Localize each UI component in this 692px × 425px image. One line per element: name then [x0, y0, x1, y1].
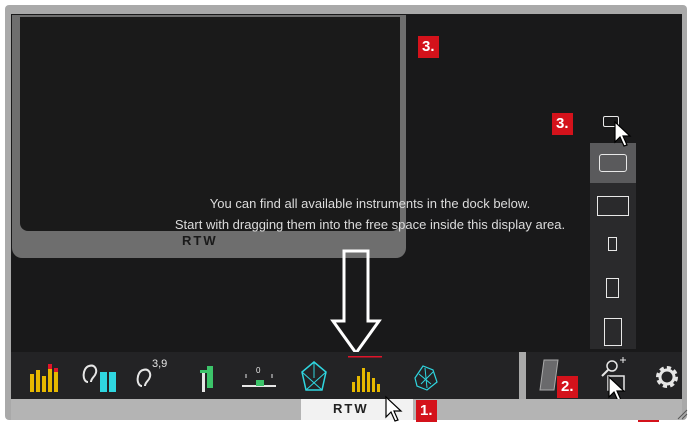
rta-spectrum-icon[interactable] — [346, 356, 386, 403]
size-wide-large-option[interactable] — [597, 196, 629, 216]
badge-2: 2. — [557, 376, 578, 398]
size-tall-large-option[interactable] — [604, 318, 622, 346]
ghost-logo: RTW — [182, 233, 218, 248]
info-text: You can find all available instruments i… — [120, 193, 620, 235]
info-line-1: You can find all available instruments i… — [209, 196, 531, 211]
mouse-pointer-icon — [614, 120, 632, 147]
resize-grip-icon[interactable] — [676, 408, 688, 420]
drag-down-arrow-icon — [330, 249, 382, 356]
badge-3-side: 3. — [552, 113, 573, 135]
size-wide-option[interactable] — [599, 154, 627, 172]
badge-1: 1. — [416, 400, 437, 422]
mouse-pointer-outline-icon — [385, 395, 403, 422]
size-tall-small-option[interactable] — [608, 237, 617, 251]
loudness-ear-label: 3,9 — [152, 358, 168, 370]
balance-meter-label: 0 — [256, 366, 261, 375]
size-tall-option[interactable] — [606, 278, 619, 298]
bottom-logo: RTW — [333, 401, 369, 416]
badge-3-top: 3. — [418, 36, 439, 58]
info-line-2: Start with dragging them into the free s… — [174, 217, 566, 232]
